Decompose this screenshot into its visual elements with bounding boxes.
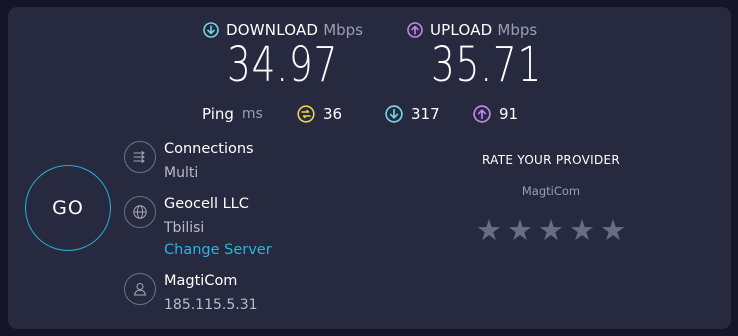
rate-provider-title: RATE YOUR PROVIDER	[481, 153, 621, 167]
server-name: Geocell LLC	[164, 196, 249, 212]
connections-value: Multi	[164, 165, 199, 181]
provider-name: MagtiCom	[164, 273, 238, 289]
globe-icon	[124, 196, 156, 228]
rate-provider-name: MagtiCom	[521, 184, 581, 198]
ping-download: 317	[385, 105, 440, 123]
star-1-icon[interactable]: ★	[476, 215, 502, 245]
server-location: Tbilisi	[164, 220, 205, 236]
ping-label: Ping	[202, 105, 234, 123]
ping-upload-icon	[473, 105, 491, 123]
ping-unit: ms	[241, 106, 263, 122]
rating-stars: ★ ★ ★ ★ ★	[476, 215, 626, 245]
connections-icon	[124, 141, 156, 173]
provider-ip: 185.115.5.31	[164, 297, 258, 313]
download-arrow-icon	[203, 22, 219, 38]
ping-download-value: 317	[411, 105, 440, 123]
ping-idle-value: 36	[323, 105, 343, 123]
star-4-icon[interactable]: ★	[569, 215, 595, 245]
connections-title: Connections	[164, 141, 254, 157]
ping-row: Ping ms	[202, 105, 263, 123]
ping-upload: 91	[473, 105, 518, 123]
go-button[interactable]: GO	[25, 165, 111, 251]
ping-download-icon	[385, 105, 403, 123]
user-icon	[124, 273, 156, 305]
ping-upload-value: 91	[499, 105, 519, 123]
ping-idle-icon	[297, 105, 315, 123]
star-2-icon[interactable]: ★	[507, 215, 533, 245]
ping-idle: 36	[297, 105, 342, 123]
download-value: 34.97	[227, 37, 339, 93]
star-3-icon[interactable]: ★	[538, 215, 564, 245]
result-panel	[8, 7, 731, 329]
upload-arrow-icon	[407, 22, 423, 38]
upload-value: 35.71	[431, 37, 543, 93]
star-5-icon[interactable]: ★	[600, 215, 626, 245]
change-server-link[interactable]: Change Server	[164, 242, 272, 258]
